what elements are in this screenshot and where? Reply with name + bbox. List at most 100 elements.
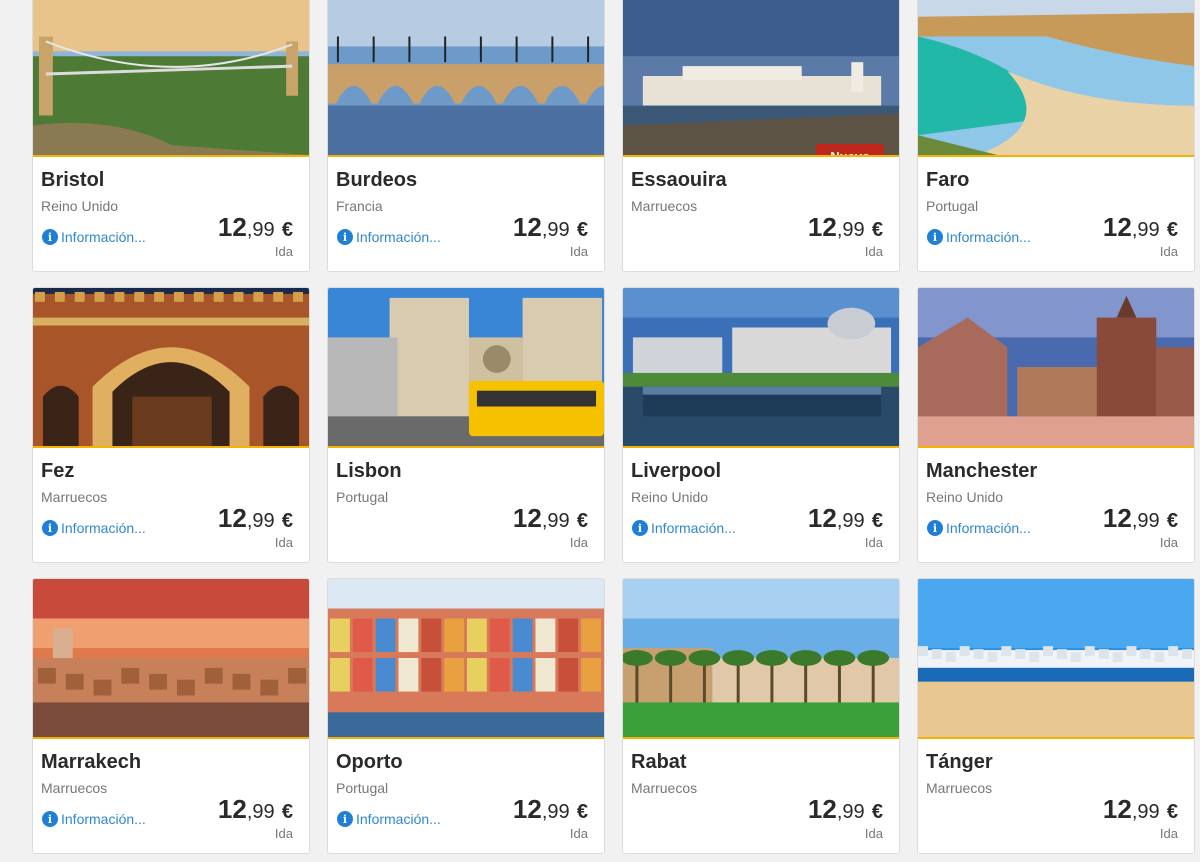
card-body: Bristol Reino Unido i Información... 12,… [33, 157, 309, 271]
info-link[interactable]: i Información... [42, 229, 146, 245]
price: 12,99 € [1103, 795, 1178, 826]
info-link[interactable]: i Información... [42, 520, 146, 536]
destination-image[interactable] [33, 0, 309, 157]
destination-card-bristol[interactable]: Bristol Reino Unido i Información... 12,… [32, 0, 310, 272]
destination-country: Portugal [926, 198, 979, 214]
destination-city: Oporto [336, 751, 403, 773]
trip-type: Ida [569, 535, 588, 550]
destination-photo [623, 0, 899, 155]
info-link[interactable]: i Información... [927, 229, 1031, 245]
price-decimal: ,99 [836, 510, 865, 532]
trip-type: Ida [1159, 826, 1178, 841]
price-decimal: ,99 [1131, 510, 1160, 532]
destination-photo [328, 288, 604, 446]
destination-country: Marruecos [41, 489, 108, 505]
destination-photo [328, 0, 604, 155]
price: 12,99 € [218, 795, 293, 826]
info-icon: i [42, 811, 58, 827]
price: 12,99 € [513, 213, 588, 244]
price-block: 12,99 € Ida [1103, 213, 1178, 259]
price-decimal: ,99 [541, 510, 570, 532]
card-body: Liverpool Reino Unido i Información... 1… [623, 448, 899, 562]
destination-photo [918, 579, 1194, 737]
price-currency: € [576, 510, 588, 532]
price-currency: € [281, 510, 293, 532]
info-link[interactable]: i Información... [927, 520, 1031, 536]
price-currency: € [281, 219, 293, 241]
destination-card-liverpool[interactable]: Liverpool Reino Unido i Información... 1… [622, 287, 900, 563]
destination-photo [918, 0, 1194, 155]
destination-card-tanger[interactable]: Tánger Marruecos 12,99 € Ida [917, 578, 1195, 854]
new-badge: Nuevo [816, 144, 884, 155]
destination-image[interactable] [623, 288, 899, 448]
price-decimal: ,99 [1131, 801, 1160, 823]
price: 12,99 € [513, 504, 588, 535]
destination-card-lisbon[interactable]: Lisbon Portugal 12,99 € Ida [327, 287, 605, 563]
price-decimal: ,99 [836, 801, 865, 823]
destination-country: Marruecos [631, 780, 698, 796]
destination-country: Portugal [336, 780, 389, 796]
destination-card-manchester[interactable]: Manchester Reino Unido i Información... … [917, 287, 1195, 563]
destination-image[interactable] [33, 288, 309, 448]
destination-card-essaouira[interactable]: Nuevo Essaouira Marruecos 12,99 € Ida [622, 0, 900, 272]
destination-country: Francia [336, 198, 383, 214]
card-body: Burdeos Francia i Información... 12,99 €… [328, 157, 604, 271]
destination-card-faro[interactable]: Faro Portugal i Información... 12,99 € I… [917, 0, 1195, 272]
destination-card-marrakech[interactable]: Marrakech Marruecos i Información... 12,… [32, 578, 310, 854]
price-integer: 12 [1102, 503, 1132, 533]
price-integer: 12 [512, 503, 542, 533]
destination-image[interactable] [623, 579, 899, 739]
price-integer: 12 [512, 794, 542, 824]
destination-city: Marrakech [41, 751, 142, 773]
destination-image[interactable] [918, 0, 1194, 157]
destination-image[interactable] [918, 288, 1194, 448]
trip-type: Ida [274, 535, 293, 550]
destination-card-fez[interactable]: Fez Marruecos i Información... 12,99 € I… [32, 287, 310, 563]
price-block: 12,99 € Ida [218, 504, 293, 550]
destination-country: Reino Unido [926, 489, 1004, 505]
info-link[interactable]: i Información... [632, 520, 736, 536]
destination-image[interactable] [328, 579, 604, 739]
price-integer: 12 [1102, 212, 1132, 242]
destination-image[interactable] [328, 0, 604, 157]
info-link[interactable]: i Información... [337, 811, 441, 827]
info-link[interactable]: i Información... [42, 811, 146, 827]
info-icon: i [927, 520, 943, 536]
price-currency: € [576, 801, 588, 823]
destination-city: Tánger [926, 751, 993, 773]
destination-image[interactable] [33, 579, 309, 739]
destination-card-oporto[interactable]: Oporto Portugal i Información... 12,99 €… [327, 578, 605, 854]
card-body: Oporto Portugal i Información... 12,99 €… [328, 739, 604, 853]
destination-city: Bristol [41, 169, 105, 191]
price-decimal: ,99 [836, 219, 865, 241]
destination-image[interactable] [328, 288, 604, 448]
price-decimal: ,99 [246, 510, 275, 532]
price-currency: € [871, 510, 883, 532]
card-body: Essaouira Marruecos 12,99 € Ida [623, 157, 899, 271]
destination-photo [623, 288, 899, 446]
destination-city: Essaouira [631, 169, 727, 191]
price-currency: € [1166, 219, 1178, 241]
info-link-label: Información... [61, 520, 146, 536]
info-link[interactable]: i Información... [337, 229, 441, 245]
price-integer: 12 [1102, 794, 1132, 824]
destination-image[interactable] [918, 579, 1194, 739]
price-integer: 12 [807, 503, 837, 533]
price-block: 12,99 € Ida [218, 213, 293, 259]
destination-photo [328, 579, 604, 737]
price-block: 12,99 € Ida [1103, 795, 1178, 841]
price: 12,99 € [808, 504, 883, 535]
destination-image[interactable]: Nuevo [623, 0, 899, 157]
destination-card-burdeos[interactable]: Burdeos Francia i Información... 12,99 €… [327, 0, 605, 272]
destination-photo [623, 579, 899, 737]
card-body: Faro Portugal i Información... 12,99 € I… [918, 157, 1194, 271]
destination-country: Reino Unido [631, 489, 709, 505]
info-icon: i [42, 520, 58, 536]
price-integer: 12 [217, 794, 247, 824]
destination-country: Marruecos [926, 780, 993, 796]
trip-type: Ida [864, 244, 883, 259]
destination-card-rabat[interactable]: Rabat Marruecos 12,99 € Ida [622, 578, 900, 854]
price-block: 12,99 € Ida [218, 795, 293, 841]
destination-photo [33, 0, 309, 155]
destination-city: Burdeos [336, 169, 418, 191]
